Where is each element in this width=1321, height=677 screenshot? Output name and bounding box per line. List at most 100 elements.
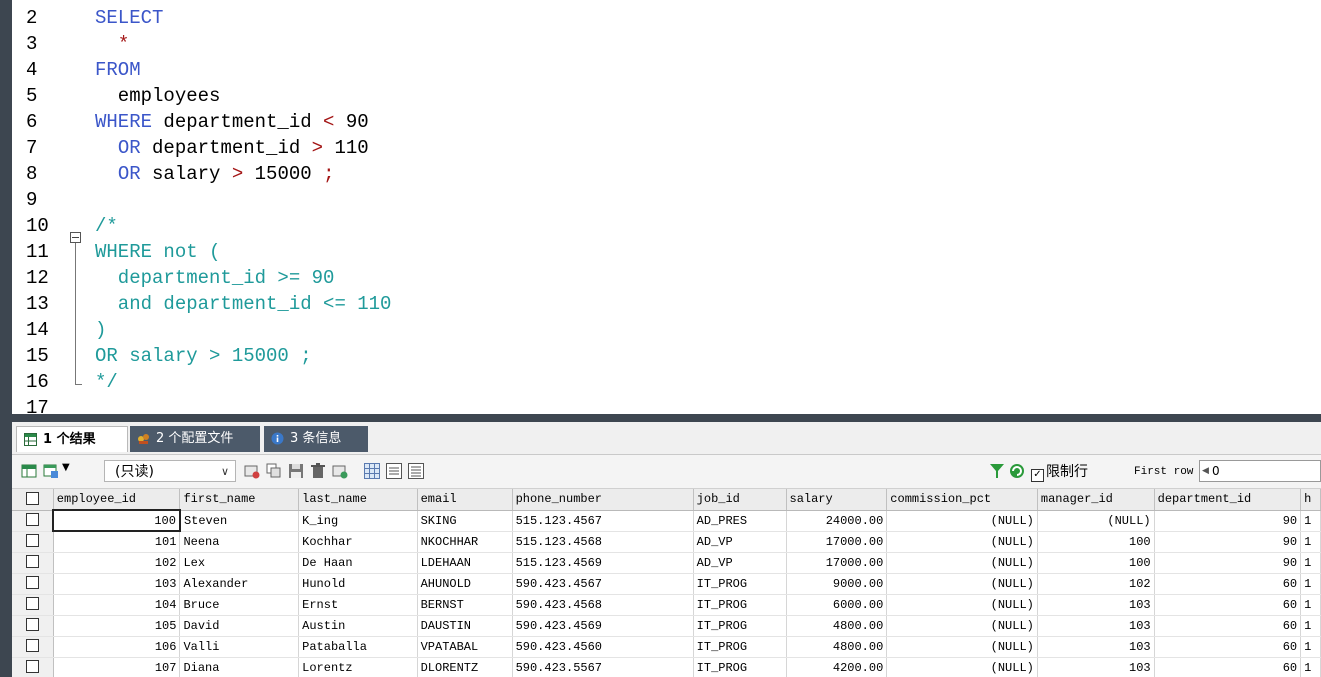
table-cell[interactable]: SKING	[417, 510, 513, 532]
table-cell[interactable]: IT_PROG	[693, 594, 787, 616]
column-header[interactable]: employee_id	[53, 489, 181, 511]
table-cell[interactable]: Bruce	[179, 594, 300, 616]
table-cell[interactable]: (NULL)	[1037, 510, 1155, 532]
refresh-rows-icon[interactable]	[332, 463, 348, 479]
table-cell[interactable]: (NULL)	[886, 636, 1038, 658]
table-cell[interactable]: (NULL)	[886, 573, 1038, 595]
table-cell[interactable]: 103	[1037, 594, 1155, 616]
sql-editor[interactable]: 12SELECT3 *4FROM5 employees6WHERE depart…	[12, 0, 1321, 414]
reload-icon[interactable]	[1009, 463, 1025, 479]
column-header[interactable]: first_name	[179, 489, 300, 511]
table-cell[interactable]: Hunold	[298, 573, 418, 595]
table-cell[interactable]: Valli	[179, 636, 300, 658]
tab-profile[interactable]: 2 个配置文件	[130, 426, 260, 452]
column-header[interactable]: email	[417, 489, 513, 511]
table-cell[interactable]: (NULL)	[886, 657, 1038, 677]
code-line[interactable]: 17	[12, 395, 1312, 414]
table-cell[interactable]: AD_VP	[693, 552, 787, 574]
view-mode-icon[interactable]	[43, 463, 59, 479]
column-header[interactable]: job_id	[693, 489, 787, 511]
table-cell[interactable]: Alexander	[179, 573, 300, 595]
save-icon[interactable]	[288, 463, 304, 479]
table-cell[interactable]: NKOCHHAR	[417, 531, 513, 553]
code-line[interactable]: 10 /*	[12, 213, 1312, 239]
table-cell[interactable]: 590.423.5567	[512, 657, 694, 677]
column-header[interactable]: manager_id	[1037, 489, 1155, 511]
table-cell[interactable]: AD_VP	[693, 531, 787, 553]
table-cell[interactable]: 515.123.4569	[512, 552, 694, 574]
table-cell[interactable]: 4200.00	[786, 657, 888, 677]
table-cell[interactable]: 9000.00	[786, 573, 888, 595]
table-cell[interactable]: DAUSTIN	[417, 615, 513, 637]
code-line[interactable]: 15 OR salary > 15000 ;	[12, 343, 1312, 369]
table-cell[interactable]: VPATABAL	[417, 636, 513, 658]
table-row[interactable]: 104 Bruce Ernst BERNST 590.423.4568 IT_PROG 60…	[12, 594, 1321, 616]
table-cell[interactable]: Lex	[179, 552, 300, 574]
code-line[interactable]: 5 employees	[12, 83, 1312, 109]
checkbox-icon[interactable]	[25, 576, 39, 589]
checkbox-icon[interactable]	[25, 513, 39, 526]
table-cell[interactable]: 590.423.4569	[512, 615, 694, 637]
table-cell[interactable]: 103	[53, 573, 181, 595]
table-cell[interactable]: 102	[53, 552, 181, 574]
table-cell[interactable]: 103	[1037, 657, 1155, 677]
table-cell[interactable]: 106	[53, 636, 181, 658]
table-cell[interactable]: 1	[1300, 552, 1321, 574]
checkbox-icon[interactable]: ✓	[1031, 469, 1044, 482]
table-cell[interactable]: (NULL)	[886, 594, 1038, 616]
limit-rows-checkbox[interactable]: ✓ 限制行	[1031, 463, 1088, 482]
code-line[interactable]: 4 FROM	[12, 57, 1312, 83]
code-line[interactable]: 12 department_id >= 90	[12, 265, 1312, 291]
table-cell[interactable]: David	[179, 615, 300, 637]
table-cell[interactable]: Ernst	[298, 594, 418, 616]
export-grid-icon[interactable]	[21, 463, 37, 479]
column-header[interactable]: h	[1300, 489, 1321, 511]
duplicate-row-icon[interactable]	[266, 463, 282, 479]
checkbox-icon[interactable]	[25, 639, 39, 652]
table-cell[interactable]: 90	[1154, 510, 1302, 532]
table-cell[interactable]: 590.423.4568	[512, 594, 694, 616]
table-cell[interactable]: IT_PROG	[693, 657, 787, 677]
checkbox-icon[interactable]	[25, 534, 39, 547]
table-cell[interactable]: 24000.00	[786, 510, 888, 532]
table-cell[interactable]: Neena	[179, 531, 300, 553]
checkbox-icon[interactable]	[25, 660, 39, 673]
table-cell[interactable]: De Haan	[298, 552, 418, 574]
insert-row-icon[interactable]	[244, 463, 260, 479]
table-row[interactable]: 105 David Austin DAUSTIN 590.423.4569 IT_PROG…	[12, 615, 1321, 637]
row-checkbox[interactable]	[12, 594, 54, 616]
checkbox-icon[interactable]	[25, 618, 39, 631]
row-checkbox[interactable]	[12, 615, 54, 637]
code-line[interactable]: 6 WHERE department_id < 90	[12, 109, 1312, 135]
code-line[interactable]: 13 and department_id <= 110	[12, 291, 1312, 317]
table-cell[interactable]: (NULL)	[886, 510, 1038, 532]
table-cell[interactable]: 60	[1154, 615, 1302, 637]
table-cell[interactable]: 90	[1154, 531, 1302, 553]
table-cell[interactable]: 4800.00	[786, 615, 888, 637]
table-cell[interactable]: Kochhar	[298, 531, 418, 553]
table-cell[interactable]: IT_PROG	[693, 636, 787, 658]
table-cell[interactable]: (NULL)	[886, 615, 1038, 637]
grid-view-icon[interactable]	[364, 463, 380, 479]
table-cell[interactable]: 103	[1037, 636, 1155, 658]
text-view-icon[interactable]	[408, 463, 424, 479]
table-cell[interactable]: 1	[1300, 657, 1321, 677]
table-cell[interactable]: 4800.00	[786, 636, 888, 658]
fold-toggle-icon[interactable]	[70, 232, 81, 243]
filter-icon[interactable]	[989, 463, 1005, 479]
table-cell[interactable]: 17000.00	[786, 531, 888, 553]
table-cell[interactable]: K_ing	[298, 510, 418, 532]
tab-results[interactable]: 1 个结果	[16, 426, 128, 452]
column-header[interactable]: commission_pct	[886, 489, 1038, 511]
table-cell[interactable]: 100	[1037, 552, 1155, 574]
table-cell[interactable]: AHUNOLD	[417, 573, 513, 595]
table-cell[interactable]: 1	[1300, 531, 1321, 553]
table-cell[interactable]: 6000.00	[786, 594, 888, 616]
table-cell[interactable]: Austin	[298, 615, 418, 637]
table-cell[interactable]: 60	[1154, 636, 1302, 658]
code-line[interactable]: 8 OR salary > 15000 ;	[12, 161, 1312, 187]
checkbox-icon[interactable]	[25, 555, 39, 568]
row-checkbox[interactable]	[12, 573, 54, 595]
table-cell[interactable]: 1	[1300, 594, 1321, 616]
table-row[interactable]: 101 Neena Kochhar NKOCHHAR 515.123.4568 AD_VP…	[12, 531, 1321, 553]
